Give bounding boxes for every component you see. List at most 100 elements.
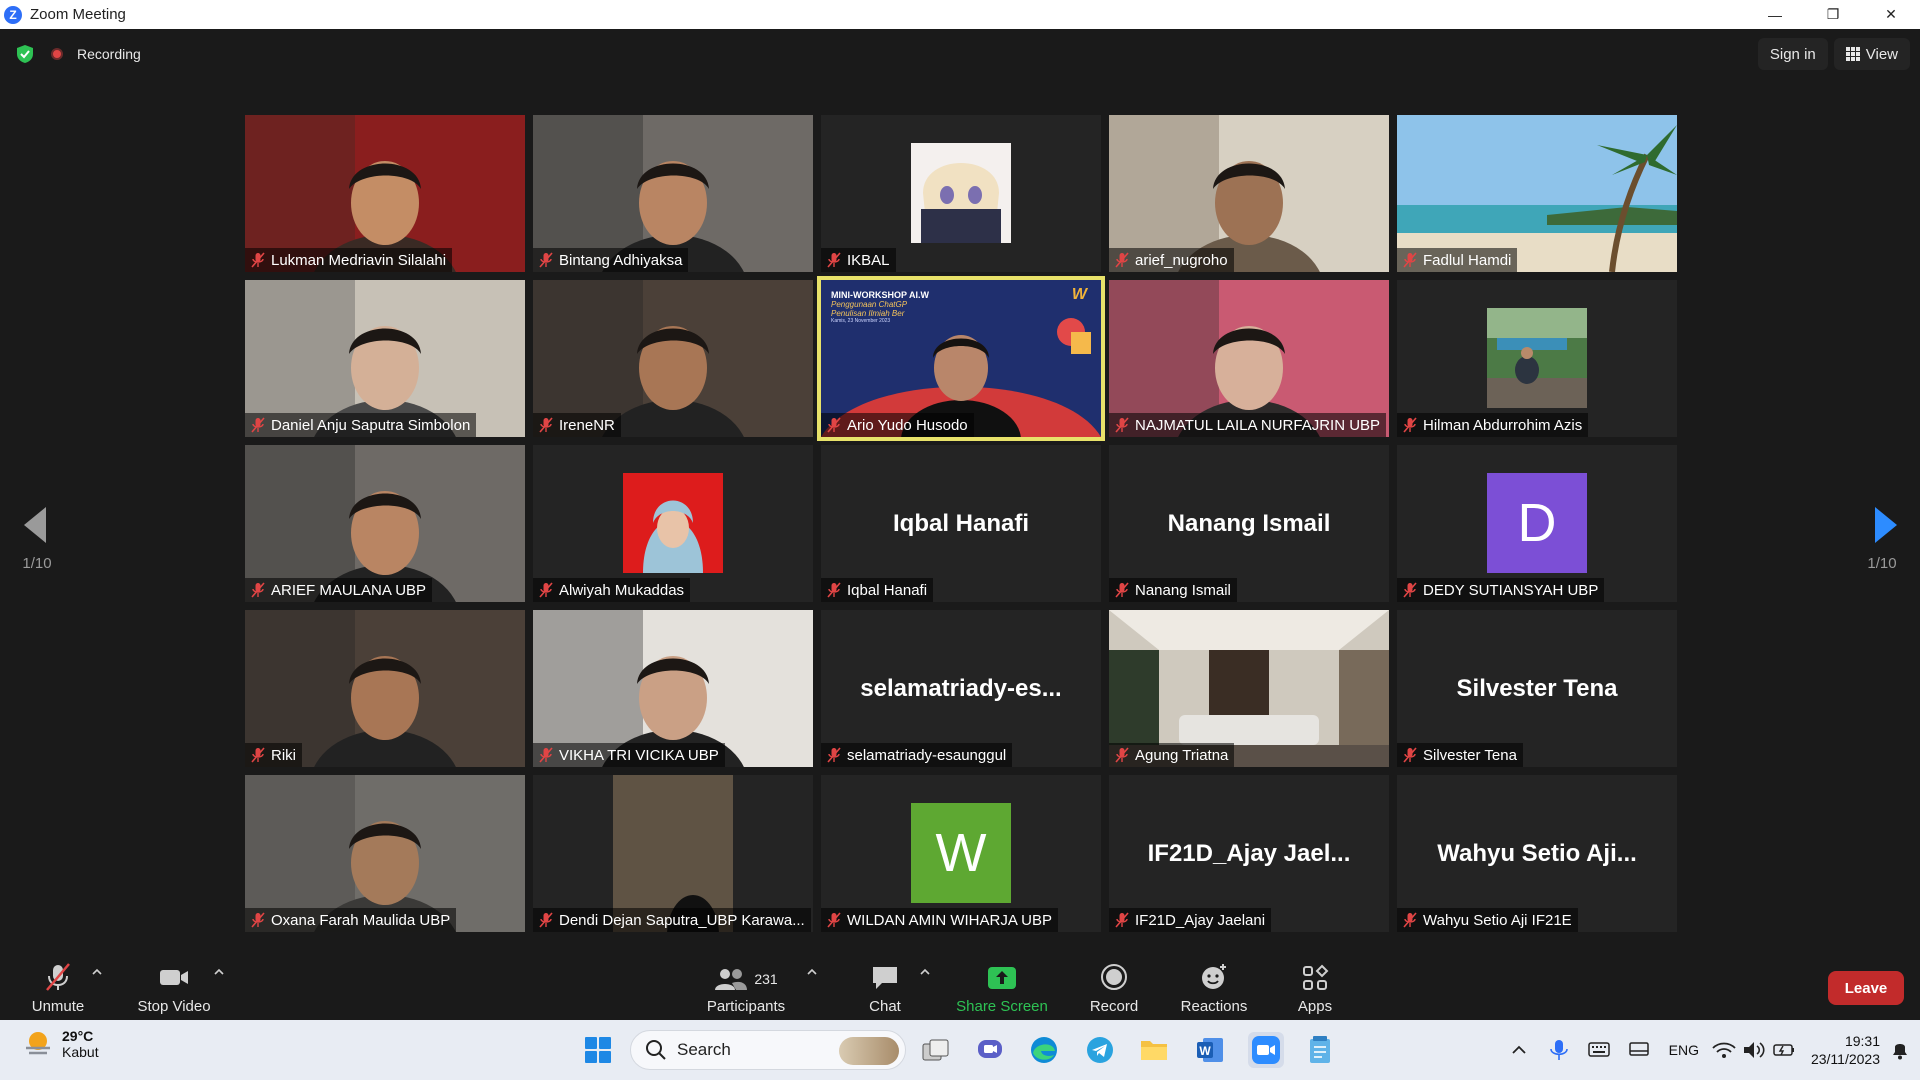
audio-options-caret-icon[interactable] (90, 965, 104, 979)
participant-tile[interactable]: IF21D_Ajay Jael... IF21D_Ajay Jaelani (1109, 775, 1389, 932)
participant-tile[interactable]: arief_nugroho (1109, 115, 1389, 272)
search-placeholder: Search (677, 1040, 731, 1059)
participant-name-label: NAJMATUL LAILA NURFAJRIN UBP (1109, 413, 1387, 437)
view-button[interactable]: View (1833, 38, 1910, 70)
sign-in-button[interactable]: Sign in (1757, 38, 1828, 70)
participant-name-label: IreneNR (533, 413, 621, 437)
banner-subtitle-2: Penulisan Ilmiah Ber (831, 309, 905, 318)
participant-tile[interactable]: Silvester Tena Silvester Tena (1397, 610, 1677, 767)
participant-tile[interactable]: Iqbal Hanafi Iqbal Hanafi (821, 445, 1101, 602)
edge-browser-button[interactable] (1026, 1032, 1062, 1068)
participant-tile[interactable]: Dendi Dejan Saputra_UBP Karawa... (533, 775, 813, 932)
notification-bell-icon[interactable] (1880, 1038, 1920, 1062)
participant-name-label: Daniel Anju Saputra Simbolon (245, 413, 477, 437)
word-button[interactable]: W (1192, 1032, 1228, 1068)
participant-tile[interactable]: Daniel Anju Saputra Simbolon (245, 280, 525, 437)
participants-caret-icon[interactable] (805, 965, 819, 979)
participant-tile[interactable]: Nanang Ismail Nanang Ismail (1109, 445, 1389, 602)
participant-tile[interactable]: selamatriady-es... selamatriady-esaunggu… (821, 610, 1101, 767)
record-button[interactable]: Record (1086, 955, 1142, 1015)
participant-tile[interactable]: IreneNR (533, 280, 813, 437)
participant-tile[interactable]: MINI-WORKSHOP AI.W Penggunaan ChatGP Pen… (817, 276, 1105, 441)
weather-widget[interactable]: 29°C Kabut (22, 1028, 99, 1060)
participant-name: Dendi Dejan Saputra_UBP Karawa... (559, 911, 805, 929)
start-button[interactable] (580, 1032, 616, 1068)
zoom-taskbar-button[interactable] (1248, 1032, 1284, 1068)
input-language[interactable]: ENG (1669, 1042, 1699, 1058)
chat-caret-icon[interactable] (918, 965, 932, 979)
letter-avatar: D (1487, 473, 1587, 573)
workshop-logo: W (1071, 286, 1087, 303)
participant-name-label: Lukman Medriavin Silalahi (245, 248, 453, 272)
recording-label: Recording (77, 46, 141, 62)
participant-tile[interactable]: Riki (245, 610, 525, 767)
participant-tile[interactable]: Fadlul Hamdi (1397, 115, 1677, 272)
participant-tile[interactable]: VIKHA TRI VICIKA UBP (533, 610, 813, 767)
participant-tile[interactable]: D DEDY SUTIANSYAH UBP (1397, 445, 1677, 602)
reactions-button[interactable]: Reactions (1176, 955, 1252, 1015)
apps-button[interactable]: Apps (1290, 955, 1340, 1015)
telegram-button[interactable] (1082, 1032, 1118, 1068)
close-button[interactable]: ✕ (1862, 0, 1920, 29)
microphone-muted-icon (827, 417, 841, 433)
participant-tile[interactable]: Agung Triatna (1109, 610, 1389, 767)
anime-avatar-image (911, 143, 1011, 243)
participant-tile[interactable]: Lukman Medriavin Silalahi (245, 115, 525, 272)
participant-name: Agung Triatna (1135, 746, 1229, 764)
participant-name: Riki (271, 746, 296, 764)
volume-icon[interactable] (1739, 1038, 1769, 1062)
security-shield-icon[interactable] (17, 45, 33, 63)
microphone-in-use-icon[interactable] (1539, 1038, 1579, 1062)
system-clock[interactable]: 19:31 23/11/2023 (1811, 1032, 1880, 1068)
banner-date: Kamis, 23 November 2023 (831, 318, 891, 324)
keyboard-icon[interactable] (1579, 1038, 1619, 1062)
chat-button[interactable]: Chat (860, 955, 910, 1015)
stop-video-button[interactable]: Stop Video (134, 955, 214, 1015)
microphone-muted-icon (1403, 252, 1417, 268)
participant-tile[interactable]: Wahyu Setio Aji... Wahyu Setio Aji IF21E (1397, 775, 1677, 932)
show-hidden-icons-chevron-icon[interactable] (1499, 1040, 1539, 1060)
participant-name-label: VIKHA TRI VICIKA UBP (533, 743, 725, 767)
sign-in-label: Sign in (1769, 45, 1816, 63)
microphone-muted-icon (251, 252, 265, 268)
participant-tile[interactable]: IKBAL (821, 115, 1101, 272)
video-options-caret-icon[interactable] (212, 965, 226, 979)
display-icon[interactable] (1619, 1038, 1659, 1062)
wifi-icon[interactable] (1709, 1038, 1739, 1062)
task-view-button[interactable] (918, 1032, 954, 1068)
share-screen-button[interactable]: Share Screen (954, 955, 1050, 1015)
leave-button[interactable]: Leave (1828, 971, 1904, 1005)
participants-label: Participants (706, 998, 786, 1015)
participant-name-label: Iqbal Hanafi (821, 578, 934, 602)
participant-name-label: Fadlul Hamdi (1397, 248, 1518, 272)
next-page-button[interactable] (1866, 495, 1906, 555)
unmute-button[interactable]: Unmute (26, 955, 90, 1015)
teams-chat-button[interactable] (972, 1032, 1008, 1068)
participant-name: Nanang Ismail (1135, 581, 1231, 599)
participant-name-label: Nanang Ismail (1109, 578, 1237, 602)
previous-page-button[interactable] (15, 495, 55, 555)
taskbar-search-box[interactable]: Search (630, 1030, 906, 1070)
participant-name: Daniel Anju Saputra Simbolon (271, 416, 471, 434)
participant-tile[interactable]: Bintang Adhiyaksa (533, 115, 813, 272)
minimize-button[interactable]: — (1746, 0, 1804, 29)
share-screen-label: Share Screen (956, 998, 1048, 1015)
participant-tile[interactable]: Hilman Abdurrohim Azis (1397, 280, 1677, 437)
participants-button[interactable]: 231 Participants (700, 955, 792, 1015)
meeting-topbar: Recording Sign in View (0, 29, 1920, 79)
notepad-icon (1310, 1036, 1330, 1063)
participant-name-label: Hilman Abdurrohim Azis (1397, 413, 1589, 437)
participant-tile[interactable]: W WILDAN AMIN WIHARJA UBP (821, 775, 1101, 932)
microphone-muted-icon (539, 582, 553, 598)
battery-charging-icon[interactable] (1769, 1038, 1799, 1062)
participant-tile[interactable]: Oxana Farah Maulida UBP (245, 775, 525, 932)
folder-icon (1141, 1041, 1167, 1060)
participant-tile[interactable]: Alwiyah Mukaddas (533, 445, 813, 602)
file-explorer-button[interactable] (1136, 1032, 1172, 1068)
page-indicator-left: 1/10 (22, 555, 52, 572)
word-icon: W (1197, 1038, 1223, 1062)
participant-tile[interactable]: ARIEF MAULANA UBP (245, 445, 525, 602)
notepad-button[interactable] (1302, 1032, 1338, 1068)
maximize-button[interactable]: ❐ (1804, 0, 1862, 29)
participant-tile[interactable]: NAJMATUL LAILA NURFAJRIN UBP (1109, 280, 1389, 437)
